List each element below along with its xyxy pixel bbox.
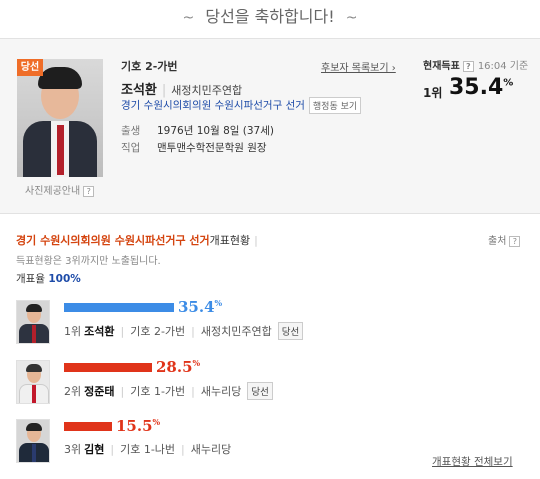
elected-tag: 당선 <box>247 382 273 400</box>
view-all-results-link[interactable]: 개표현황 전체보기 <box>432 454 513 469</box>
vote-percent-value: 35.4 <box>178 298 215 316</box>
district-link[interactable]: 경기 수원시의회의원 수원시파선거구 선거 <box>121 100 305 112</box>
candidate-photo: 당선 <box>17 59 103 177</box>
tilde-left-icon: ~ <box>182 10 195 26</box>
job-label: 직업 <box>121 142 141 154</box>
vote-percent: 35.4% <box>178 298 222 316</box>
elected-tag: 당선 <box>277 322 304 340</box>
help-icon[interactable]: ? <box>509 235 521 247</box>
vote-percent-value: 15.5 <box>116 417 153 435</box>
candidate-list-link[interactable]: 후보자 목록보기 › <box>321 59 396 74</box>
candidate-profile-card: 당선 사진제공안내? 기호 2-가번 후보자 목록보기 › 조석환 | 새정치민주연… <box>0 38 540 214</box>
result-line: 3위 김현 | 기호 1-나번 | 새누리당 <box>64 443 232 456</box>
job-row: 직업 맨투맨수학전문학원 원장 <box>121 140 267 155</box>
candidate-party: 새정치민주연합 <box>171 84 243 97</box>
vote-percent-value: 28.5 <box>156 358 193 376</box>
help-icon[interactable]: ? <box>462 60 474 72</box>
vote-percent-unit: % <box>214 298 223 308</box>
candidate-name-line: 조석환 | 새정치민주연합 <box>121 83 243 98</box>
rank: 1위 <box>64 325 82 338</box>
rank: 3위 <box>64 443 82 456</box>
ballot-number: 기호 1-나번 <box>120 443 176 456</box>
photo-credit-label: 사진제공안내 <box>25 186 81 197</box>
vote-percent: 15.5% <box>116 417 160 435</box>
result-line: 2위 정준태 | 기호 1-가번 | 새누리당 당선 <box>64 382 273 400</box>
source-label: 출처 <box>488 236 507 247</box>
results-election: 경기 수원시의회의원 수원시파선거구 선거 <box>16 234 210 247</box>
candidate-name: 조석환 <box>121 83 157 98</box>
vote-percent: 28.5% <box>156 358 200 376</box>
current-votes-header: 현재득표? 16:04 기준 <box>423 57 528 72</box>
results-title: 경기 수원시의회의원 수원시파선거구 선거개표현황 | <box>16 234 258 247</box>
district-line: 경기 수원시의회의원 수원시파선거구 선거 행정동 보기 <box>121 97 362 114</box>
current-percent: 35.4% <box>449 75 513 100</box>
birth-label: 출생 <box>121 125 141 137</box>
region-button[interactable]: 행정동 보기 <box>308 97 362 114</box>
results-subtitle: 개표현황 <box>209 234 251 247</box>
result-row: 35.4% 1위 조석환 | 기호 2-가번 | 새정치민주연합 당선 <box>16 298 526 350</box>
vote-percent-unit: % <box>192 358 201 368</box>
result-row: 28.5% 2위 정준태 | 기호 1-가번 | 새누리당 당선 <box>16 358 526 410</box>
current-rank: 1위 <box>423 86 443 100</box>
rank: 2위 <box>64 385 82 398</box>
party: 새누리당 <box>190 443 232 456</box>
current-time: 16:04 기준 <box>477 61 529 72</box>
current-votes-label: 현재득표 <box>423 61 460 72</box>
birth-row: 출생 1976년 10월 8일 (37세) <box>121 123 274 138</box>
result-line: 1위 조석환 | 기호 2-가번 | 새정치민주연합 당선 <box>64 322 304 340</box>
birth-value: 1976년 10월 8일 (37세) <box>157 125 274 137</box>
count-rate: 개표율 100% <box>16 271 81 286</box>
tilde-right-icon: ~ <box>345 10 358 26</box>
candidate-name[interactable]: 김현 <box>84 443 104 456</box>
candidate-thumbnail[interactable] <box>16 360 50 404</box>
vote-bar <box>64 363 152 372</box>
candidate-thumbnail[interactable] <box>16 419 50 463</box>
results-note: 득표현황은 3위까지만 노출됩니다. <box>16 256 161 267</box>
candidate-thumbnail[interactable] <box>16 300 50 344</box>
help-icon[interactable]: ? <box>83 185 95 197</box>
party: 새정치민주연합 <box>200 325 272 338</box>
congrats-banner: ~ 당선을 축하합니다! ~ <box>0 0 540 34</box>
candidate-name[interactable]: 정준태 <box>84 385 114 398</box>
ballot-number: 기호 2-가번 <box>130 325 186 338</box>
party: 새누리당 <box>200 385 242 398</box>
congrats-title: 당선을 축하합니다! <box>205 7 335 26</box>
vote-bar <box>64 303 174 312</box>
count-rate-label: 개표율 <box>16 273 45 285</box>
job-value: 맨투맨수학전문학원 원장 <box>157 142 267 154</box>
count-rate-value: 100% <box>48 273 81 285</box>
vote-bar <box>64 422 112 431</box>
ballot-number: 기호 1-가번 <box>130 385 186 398</box>
photo-credit[interactable]: 사진제공안내? <box>25 182 95 197</box>
ballot-number: 기호 2-가번 <box>121 60 178 73</box>
current-percent-unit: % <box>503 77 514 89</box>
current-percent-value: 35.4 <box>449 75 504 100</box>
candidate-name[interactable]: 조석환 <box>84 325 114 338</box>
source[interactable]: 출처? <box>488 232 521 247</box>
elected-badge: 당선 <box>17 59 43 76</box>
vote-percent-unit: % <box>152 417 161 427</box>
